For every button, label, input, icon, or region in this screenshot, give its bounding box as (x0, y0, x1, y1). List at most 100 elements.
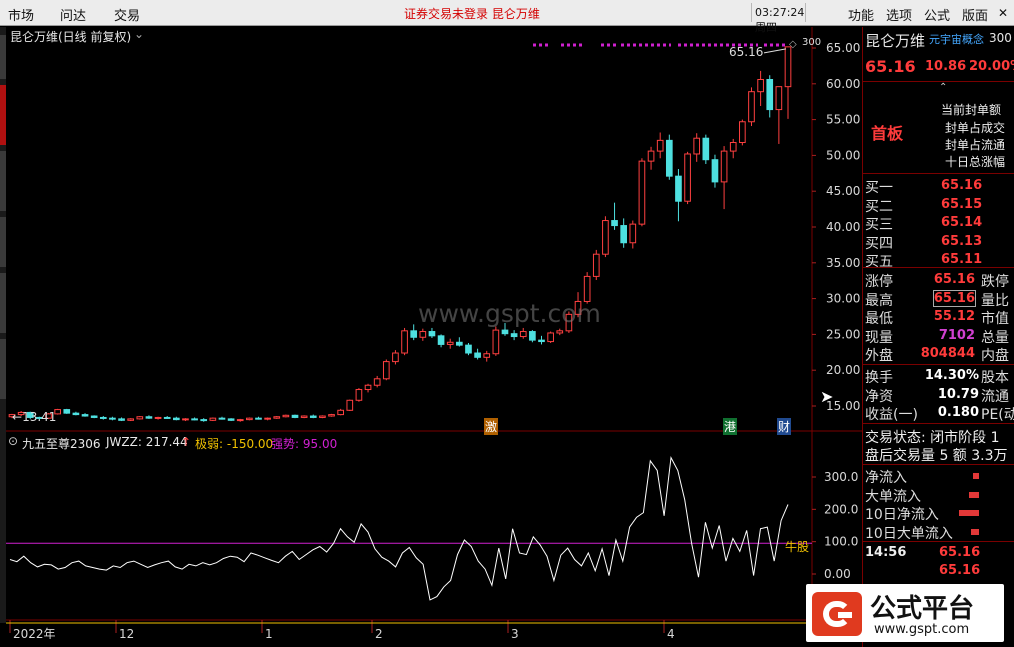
quote-row: 现量 7102 总量 (863, 327, 1014, 346)
candle-up (401, 330, 408, 354)
candle-up (127, 418, 135, 421)
candle-down (200, 419, 208, 422)
jwzz-line (9, 455, 789, 601)
candle-up (264, 417, 271, 420)
menu-function[interactable]: 功能 (848, 5, 874, 24)
finance-right-label: 流通 (981, 388, 1009, 405)
chevron-up-icon[interactable]: ⌃ (939, 82, 947, 93)
bid-row[interactable]: 买三 65.14 (863, 214, 1014, 233)
candle-up (693, 137, 701, 155)
quote-label: 涨停 (865, 274, 893, 290)
bid-row[interactable]: 买一 65.16 (863, 177, 1014, 196)
candle-down (163, 416, 171, 419)
info-line: 十日总涨幅 (945, 155, 1006, 169)
bid-label: 买二 (865, 198, 893, 215)
quote-value: 55.12 (933, 309, 975, 324)
candle-down (72, 412, 80, 416)
mouse-cursor-icon: ➤ (820, 387, 834, 406)
bid-price: 65.15 (941, 196, 983, 212)
candle-down (474, 352, 481, 358)
candle-down (538, 339, 545, 343)
flow-label: 净流入 (865, 470, 907, 486)
flow-bar (971, 528, 979, 535)
flow-label: 10日净流入 (865, 507, 939, 523)
event-mark-gang[interactable]: 港 (723, 418, 738, 435)
candle-up (300, 415, 308, 418)
candle-up (519, 331, 527, 338)
finance-right-label: 股本 (981, 370, 1009, 386)
menu-trade[interactable]: 交易 (114, 5, 140, 24)
price-change: 10.86 (925, 59, 967, 74)
chart-index-label: 300 (802, 37, 822, 48)
event-mark-ji[interactable]: 激 (484, 418, 499, 435)
kline-chart[interactable]: 65.00 60.00 55.00 50.00 45.00 40.00 35.00 30.00… (6, 27, 862, 639)
candle-down (227, 418, 235, 421)
menu-options[interactable]: 选项 (886, 5, 912, 24)
max-pointer (763, 48, 787, 54)
bid-row[interactable]: 买二 65.15 (863, 196, 1014, 215)
menu-formula[interactable]: 公式 (924, 5, 950, 24)
candle-up (392, 352, 399, 363)
date-axis-label: 4 (667, 627, 675, 639)
login-alert[interactable]: 证券交易未登录 昆仑万维 (404, 5, 540, 22)
top-menu-bar: 市场 问达 交易 证券交易未登录 昆仑万维 03:27:24 周四 功能 选项 … (0, 0, 1014, 34)
quote-panel: 昆仑万维 元宇宙概念 300 65.16 10.86 20.00% ⌃ 首板 当… (862, 27, 1014, 647)
quote-row: 涨停 65.16 跌停 (863, 271, 1014, 290)
date-axis-label: 1 (265, 627, 273, 639)
candle-down (172, 417, 180, 421)
bid-label: 买三 (865, 217, 893, 233)
finance-label: 收益(一) (865, 407, 918, 423)
max-price-label: 65.16 (729, 45, 764, 59)
event-mark-cai[interactable]: 财 (777, 418, 792, 435)
close-icon[interactable]: ✕ (998, 6, 1008, 20)
price-axis-label: 40.00 (826, 220, 860, 234)
candle-up (684, 153, 691, 202)
stock-code: 300 (989, 31, 1012, 45)
logo-icon (812, 592, 862, 636)
indicator-axis-label: 300.0 (824, 470, 858, 484)
candle-down (309, 415, 317, 418)
quote-value: 7102 (938, 327, 975, 343)
finance-row: 净资 10.79 流通 (863, 386, 1014, 405)
candle-down (118, 418, 125, 421)
candle-up (739, 121, 746, 144)
diamond-icon[interactable]: ◇ (789, 39, 797, 50)
menu-wenda[interactable]: 问达 (60, 5, 86, 24)
candle-down (456, 341, 463, 346)
candle-up (382, 361, 390, 380)
indicator-qiangshi: 强势: 95.00 (271, 437, 338, 451)
quote-right-label: 跌停 (981, 274, 1009, 290)
candle-down (510, 333, 518, 338)
candle-up (154, 416, 162, 419)
logo-text: 公式平台 (870, 594, 975, 624)
candle-up (547, 332, 554, 343)
candle-up (583, 275, 591, 302)
concept-tag[interactable]: 元宇宙概念 (929, 31, 984, 47)
bid-row[interactable]: 买四 65.13 (863, 233, 1014, 252)
flow-row: 10日大单流入 (863, 523, 1014, 542)
candle-up (602, 220, 609, 255)
tick-time: 14:56 (865, 545, 907, 560)
tick-price: 65.16 (939, 545, 981, 560)
quote-label: 最低 (865, 311, 893, 327)
candle-up (556, 330, 564, 334)
menu-market[interactable]: 市场 (8, 5, 34, 24)
price-axis-label: 65.00 (826, 41, 860, 55)
candle-down (63, 409, 71, 414)
price-axis-label: 25.00 (826, 327, 860, 341)
stock-name: 昆仑万维 (865, 32, 926, 50)
candle-up (136, 416, 144, 420)
candle-down (218, 417, 226, 420)
price-axis-label: 60.00 (826, 77, 860, 91)
price-axis-label: 55.00 (826, 113, 860, 127)
chart-canvas[interactable]: 65.0060.0055.0050.0045.0040.0035.0030.00… (6, 27, 862, 639)
menu-layout[interactable]: 版面 (962, 5, 988, 24)
settings-icon[interactable]: ⊙ (8, 434, 18, 448)
chevron-down-icon[interactable]: ⌄ (134, 27, 144, 41)
last-price: 65.16 (865, 57, 916, 76)
up-arrow-icon: ↑ (181, 435, 192, 449)
finance-row: 收益(一) 0.180 PE(动 (863, 404, 1014, 423)
candle-up (729, 142, 737, 152)
candle-up (757, 79, 764, 93)
candle-up (419, 331, 427, 338)
